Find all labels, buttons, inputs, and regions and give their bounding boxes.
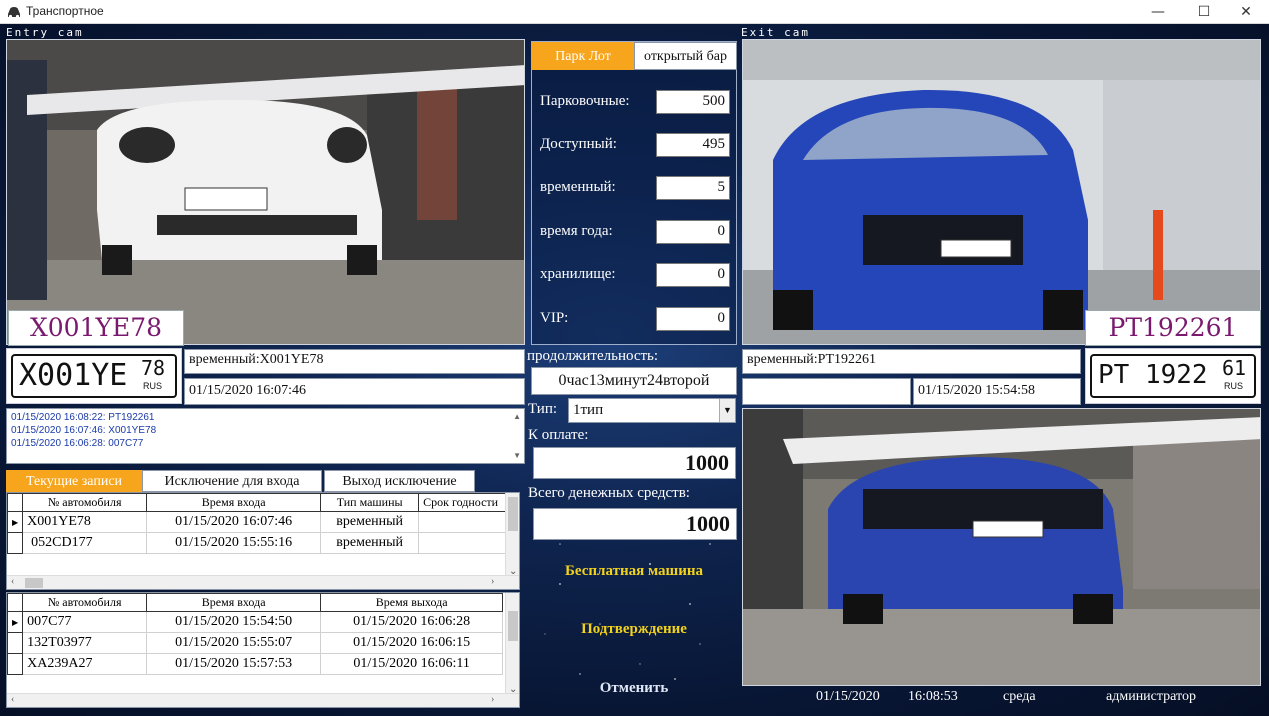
amount-due-field: 1000 bbox=[533, 447, 736, 479]
exit-camera-view bbox=[742, 39, 1261, 345]
lot-value-storage: 0 bbox=[656, 263, 730, 287]
car-icon bbox=[8, 7, 20, 19]
scroll-down-icon[interactable]: ▼ bbox=[513, 449, 521, 462]
tab-open-barrier[interactable]: открытый бар bbox=[634, 42, 737, 70]
row-indicator-icon: ▶ bbox=[7, 611, 24, 633]
duration-field: 0час13минут24второй bbox=[531, 367, 737, 395]
confirm-button[interactable]: Подтверждение bbox=[531, 621, 737, 638]
exit-record-field: временный:PT192261 bbox=[742, 349, 1081, 374]
tab-current-records[interactable]: Текущие записи bbox=[6, 470, 142, 492]
current-records-table[interactable]: № автомобиля Время входа Тип машины Срок… bbox=[6, 492, 520, 590]
status-date: 01/15/2020 bbox=[816, 689, 880, 704]
col-header[interactable]: Тип машины bbox=[320, 493, 420, 512]
entry-time-field: 01/15/2020 16:07:46 bbox=[184, 378, 525, 405]
exit-plate-number: PT192261 bbox=[1085, 310, 1261, 346]
total-label: Всего денежных средств: bbox=[528, 485, 690, 501]
lot-label-temporary: временный: bbox=[540, 179, 616, 195]
vertical-scrollbar[interactable]: ⌄ bbox=[505, 593, 519, 695]
pay-label: К оплате: bbox=[528, 427, 589, 443]
vehicle-type-select[interactable]: 1тип ▼ bbox=[568, 398, 736, 423]
status-time: 16:08:53 bbox=[908, 689, 958, 704]
table-row[interactable]: XA239A27 01/15/2020 15:57:53 01/15/2020 … bbox=[7, 653, 504, 675]
window-title: Транспортное bbox=[26, 4, 104, 18]
scroll-right-icon[interactable]: › bbox=[491, 694, 494, 705]
scroll-left-icon[interactable]: ‹ bbox=[11, 576, 14, 587]
horizontal-scrollbar[interactable]: ‹ › bbox=[7, 693, 519, 707]
maximize-button[interactable]: ☐ bbox=[1181, 0, 1227, 24]
scroll-up-icon[interactable]: ▲ bbox=[513, 410, 521, 423]
status-weekday: среда bbox=[1003, 689, 1036, 704]
exit-time-field: 01/15/2020 15:54:58 bbox=[913, 378, 1081, 405]
chevron-down-icon[interactable]: ▼ bbox=[719, 399, 735, 422]
lot-value-season: 0 bbox=[656, 220, 730, 244]
parking-lot-panel: Парк Лот открытый бар Парковочные: 500 Д… bbox=[531, 41, 737, 345]
entry-plate-image-country: RUS bbox=[143, 381, 163, 391]
exit-plate-image-country: RUS bbox=[1224, 381, 1244, 391]
tab-entry-exceptions[interactable]: Исключение для входа bbox=[142, 470, 322, 492]
entry-car-image bbox=[7, 40, 524, 344]
total-money-field: 1000 bbox=[533, 508, 737, 540]
exit-empty-field bbox=[742, 378, 911, 405]
duration-label: продолжительность: bbox=[527, 348, 659, 364]
horizontal-scrollbar[interactable]: ‹ › bbox=[7, 575, 519, 589]
entry-plate-image-region: 78 bbox=[141, 356, 166, 380]
table-row[interactable]: ▶ 007C77 01/15/2020 15:54:50 01/15/2020 … bbox=[7, 611, 504, 633]
col-header[interactable]: Время выхода bbox=[320, 593, 504, 612]
cancel-button[interactable]: Отменить bbox=[531, 680, 737, 697]
exit-plate-image-text: PT 1922 bbox=[1098, 360, 1208, 390]
table-row[interactable]: 132T03977 01/15/2020 15:55:07 01/15/2020… bbox=[7, 632, 504, 654]
exit-plate-image: PT 1922 61 RUS bbox=[1085, 348, 1261, 404]
table-row[interactable]: 052CD177 01/15/2020 15:55:16 временный bbox=[7, 532, 510, 554]
log-line: 01/15/2020 16:07:46: X001YE78 bbox=[11, 425, 157, 436]
log-line: 01/15/2020 16:06:28: 007C77 bbox=[11, 438, 144, 449]
row-indicator-icon: ▶ bbox=[7, 511, 24, 533]
lot-label-vip: VIP: bbox=[540, 310, 569, 326]
vertical-scrollbar[interactable]: ⌄ bbox=[505, 493, 519, 577]
lot-value-parking: 500 bbox=[656, 90, 730, 114]
entry-plate-number: X001YE78 bbox=[8, 310, 184, 346]
tab-parking-lot[interactable]: Парк Лот bbox=[532, 42, 634, 70]
exit-cam-label: Exit cam bbox=[741, 26, 810, 39]
col-header[interactable]: № автомобиля bbox=[22, 493, 148, 512]
scroll-left-icon[interactable]: ‹ bbox=[11, 694, 14, 705]
entry-plate-image: X001YE 78 RUS bbox=[6, 348, 182, 404]
lot-value-available: 495 bbox=[656, 133, 730, 157]
log-line: 01/15/2020 16:08:22: PT192261 bbox=[11, 412, 155, 423]
tab-exit-exceptions[interactable]: Выход исключение bbox=[324, 470, 475, 492]
scroll-right-icon[interactable]: › bbox=[491, 576, 494, 587]
status-user: администратор bbox=[1106, 689, 1196, 704]
main-area: Entry cam X001YE78 X001YE 78 RUS временн… bbox=[0, 24, 1269, 716]
lot-label-season: время года: bbox=[540, 223, 613, 239]
lot-value-temporary: 5 bbox=[656, 176, 730, 200]
event-log[interactable]: 01/15/2020 16:08:22: PT192261 01/15/2020… bbox=[6, 408, 525, 464]
exit-plate-image-region: 61 bbox=[1222, 356, 1247, 380]
exit-secondary-camera-view bbox=[742, 408, 1261, 686]
minimize-button[interactable]: — bbox=[1135, 0, 1181, 24]
col-header[interactable]: Время входа bbox=[146, 593, 322, 612]
entry-record-field: временный:X001YE78 bbox=[184, 349, 525, 374]
free-car-button[interactable]: Бесплатная машина bbox=[531, 563, 737, 580]
close-button[interactable]: ✕ bbox=[1223, 0, 1269, 24]
entry-plate-image-text: X001YE bbox=[19, 358, 128, 393]
lot-label-available: Доступный: bbox=[540, 136, 617, 152]
col-header[interactable]: Время входа bbox=[146, 493, 322, 512]
exit-records-table[interactable]: № автомобиля Время входа Время выхода ▶ … bbox=[6, 592, 520, 708]
col-header[interactable]: Срок годности bbox=[418, 493, 510, 512]
col-header[interactable]: № автомобиля bbox=[22, 593, 148, 612]
lot-label-parking: Парковочные: bbox=[540, 93, 630, 109]
entry-camera-view bbox=[6, 39, 525, 345]
lot-label-storage: хранилище: bbox=[540, 266, 616, 282]
title-bar: Транспортное — ☐ ✕ bbox=[0, 0, 1269, 24]
table-row[interactable]: ▶ X001YE78 01/15/2020 16:07:46 временный bbox=[7, 511, 510, 533]
exit-car-image bbox=[743, 40, 1260, 344]
exit-barrier-car-image bbox=[743, 409, 1260, 685]
type-label: Тип: bbox=[528, 401, 558, 417]
entry-cam-label: Entry cam bbox=[6, 26, 84, 39]
lot-value-vip: 0 bbox=[656, 307, 730, 331]
